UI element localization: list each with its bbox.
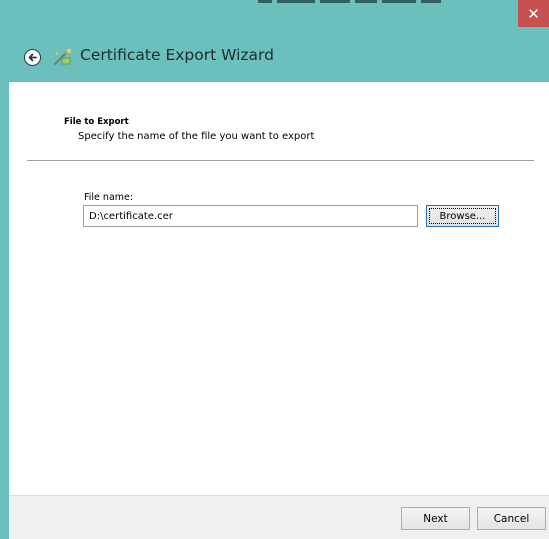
browse-button[interactable]: Browse...	[426, 205, 499, 227]
back-arrow-icon	[28, 53, 37, 62]
browse-button-label: Browse...	[429, 208, 496, 224]
section-description: Specify the name of the file you want to…	[78, 131, 315, 142]
cancel-button[interactable]: Cancel	[477, 507, 546, 530]
header-divider	[27, 160, 534, 161]
next-button[interactable]: Next	[401, 507, 470, 530]
title-bar[interactable]: ✕	[0, 0, 549, 28]
title-bar-artifact	[258, 0, 448, 6]
wizard-content: File to Export Specify the name of the f…	[9, 82, 549, 495]
section-heading: File to Export	[64, 117, 129, 127]
file-name-input[interactable]	[83, 205, 418, 227]
back-button[interactable]	[24, 49, 41, 66]
file-name-label: File name:	[84, 192, 134, 203]
wizard-title: Certificate Export Wizard	[80, 46, 274, 64]
close-button[interactable]: ✕	[518, 0, 549, 27]
wizard-header: Certificate Export Wizard	[0, 40, 549, 74]
certificate-wizard-icon	[53, 49, 71, 66]
wizard-window: ✕ Certificate Export Wizard File to Expo…	[0, 0, 549, 539]
wizard-footer: Next Cancel	[9, 495, 549, 539]
close-icon: ✕	[527, 4, 540, 23]
